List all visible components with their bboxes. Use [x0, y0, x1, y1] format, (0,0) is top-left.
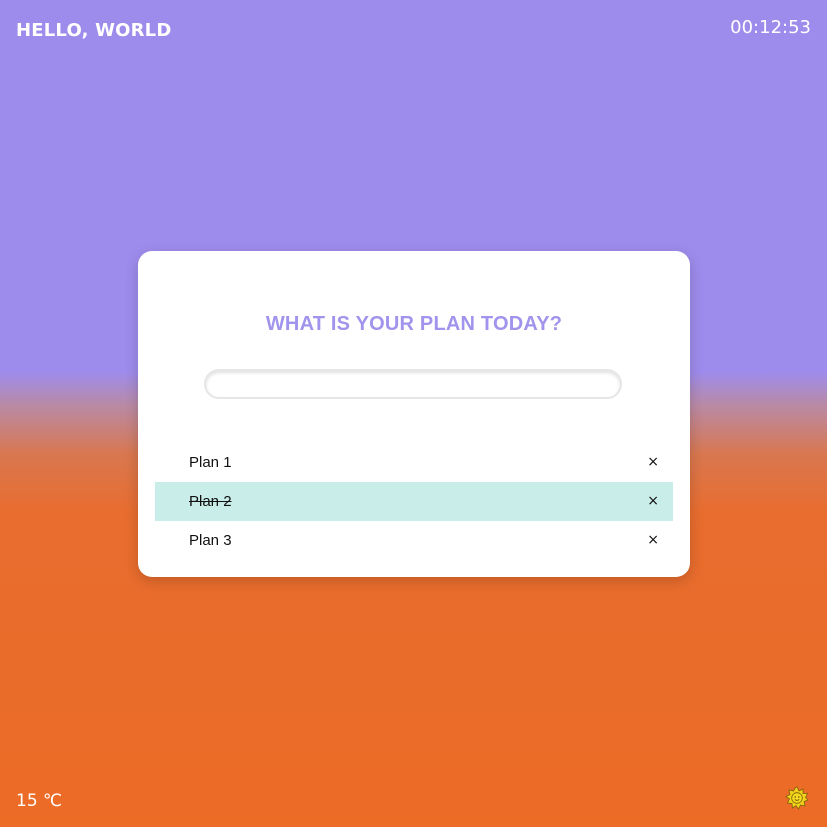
plan-item[interactable]: Plan 3 ×	[155, 521, 673, 560]
sun-icon	[785, 786, 809, 810]
plan-item[interactable]: Plan 2 ×	[155, 482, 673, 521]
plan-item[interactable]: Plan 1 ×	[155, 443, 673, 482]
clock-display: 00:12:53	[730, 17, 811, 38]
todo-card: WHAT IS YOUR PLAN TODAY? Plan 1 × Plan 2…	[138, 251, 690, 577]
remove-plan-button[interactable]: ×	[647, 443, 659, 482]
plan-item-text[interactable]: Plan 1	[189, 443, 232, 482]
plan-item-text[interactable]: Plan 2	[189, 482, 232, 521]
plan-list: Plan 1 × Plan 2 × Plan 3 ×	[155, 443, 673, 560]
temperature-readout: 15 ℃	[16, 791, 63, 811]
greeting-text: HELLO, WORLD	[16, 20, 172, 41]
plan-input[interactable]	[204, 369, 622, 399]
remove-plan-button[interactable]: ×	[647, 482, 659, 521]
remove-plan-button[interactable]: ×	[647, 521, 659, 560]
plan-item-text[interactable]: Plan 3	[189, 521, 232, 560]
card-title: WHAT IS YOUR PLAN TODAY?	[265, 313, 563, 335]
